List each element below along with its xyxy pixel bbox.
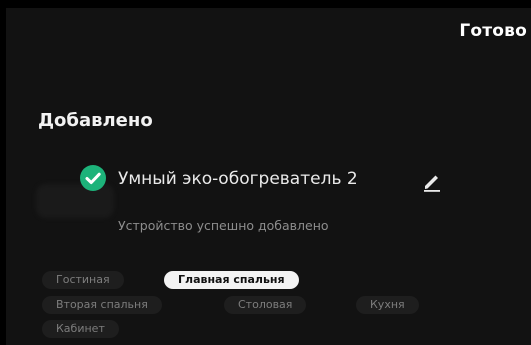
room-chip-master-bedroom[interactable]: Главная спальня [164,271,299,289]
room-chip-dining-room[interactable]: Столовая [224,296,307,314]
done-button[interactable]: Готово [459,21,527,41]
room-chip-living-room[interactable]: Гостиная [42,271,124,289]
check-circle-icon [80,165,106,191]
room-chip-office[interactable]: Кабинет [42,320,119,338]
device-status: Устройство успешно добавлено [118,218,329,233]
device-name: Умный эко-обогреватель 2 [118,169,358,189]
screen: Готово Добавлено Умный эко-обогреватель … [0,0,531,345]
section-title: Добавлено [38,110,153,131]
pencil-icon[interactable] [420,169,444,193]
room-chip-second-bedroom[interactable]: Вторая спальня [42,296,162,314]
room-chip-kitchen[interactable]: Кухня [356,296,419,314]
